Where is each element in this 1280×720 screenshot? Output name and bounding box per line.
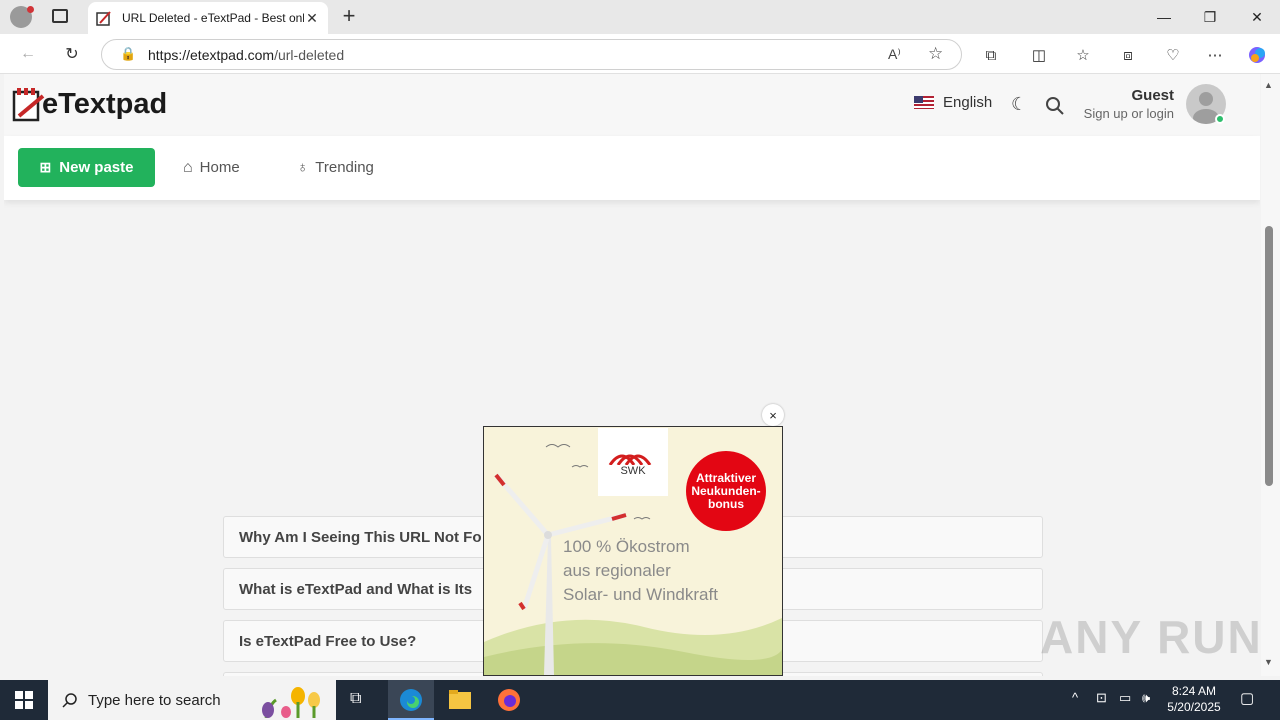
taskbar-search-placeholder: Type here to search	[88, 691, 221, 709]
site-navbar: ⊞ New paste ⌂ Home ♁ Trending	[4, 136, 1260, 200]
badge-line: Neukunden-	[691, 483, 761, 498]
etextpad-favicon-icon	[96, 11, 111, 26]
favorite-star-icon[interactable]: ☆	[928, 44, 943, 64]
tab-actions-icon[interactable]	[52, 9, 68, 23]
network-icon[interactable]: ▭	[1119, 690, 1131, 706]
browser-tab-bar: URL Deleted - eTextPad - Best onl ✕ + — …	[0, 0, 1280, 34]
windows-start-icon[interactable]	[15, 691, 33, 709]
task-view-icon[interactable]: ⧉	[350, 690, 361, 708]
scroll-up-icon[interactable]: ▲	[1264, 80, 1273, 90]
search-icon[interactable]	[1045, 96, 1065, 116]
online-status-dot	[1215, 114, 1225, 124]
badge-line: Attraktiver	[695, 470, 757, 485]
tulips-decoration-icon	[262, 687, 320, 718]
swk-arches-icon	[608, 454, 652, 465]
minimize-icon[interactable]: —	[1141, 0, 1187, 34]
url-input[interactable]: 🔒 https://etextpad.com/url-deleted A⁾ ☆	[101, 39, 962, 70]
copilot-icon[interactable]	[1244, 42, 1270, 68]
favorites-icon[interactable]: ☆	[1070, 42, 1096, 68]
edge-icon	[400, 689, 422, 711]
scroll-down-icon[interactable]: ▼	[1264, 657, 1273, 667]
language-selector[interactable]: English	[914, 94, 992, 111]
browser-essentials-icon[interactable]: ♡	[1160, 42, 1186, 68]
signup-login-link[interactable]: Sign up or login	[1064, 106, 1174, 121]
page-viewport: eTextpad English ☾ Guest Sign up or logi…	[4, 74, 1260, 676]
new-paste-label: New paste	[59, 159, 134, 176]
tray-overflow-icon[interactable]: ^	[1072, 690, 1078, 705]
site-info-icon[interactable]: 🔒	[120, 46, 136, 62]
ad-text-line: Solar- und Windkraft	[563, 585, 718, 604]
url-host: https://etextpad.com	[148, 46, 275, 63]
read-aloud-icon[interactable]: A⁾	[888, 46, 901, 63]
language-label: English	[943, 94, 993, 111]
us-flag-icon	[914, 96, 934, 109]
taskbar-edge-app[interactable]	[388, 680, 434, 720]
advertisement[interactable]: SWK Attraktiver Neukunden- bonus 100 % Ö…	[483, 426, 783, 676]
user-name[interactable]: Guest	[1104, 87, 1174, 104]
restore-icon[interactable]: ❐	[1187, 0, 1233, 34]
scrollbar-thumb[interactable]	[1265, 226, 1273, 486]
extensions-icon[interactable]: ⧉	[978, 42, 1004, 68]
ad-close-button[interactable]: ×	[762, 404, 784, 426]
profile-alert-dot	[27, 6, 34, 13]
award-icon: ♁	[297, 159, 309, 176]
home-icon: ⌂	[183, 158, 193, 176]
volume-icon[interactable]: 🕪	[1142, 690, 1150, 706]
firefox-icon[interactable]	[497, 688, 521, 712]
collections-icon[interactable]: ⧈	[1115, 42, 1141, 68]
notifications-icon[interactable]: ▢	[1240, 689, 1254, 707]
tab-active[interactable]: URL Deleted - eTextPad - Best onl ✕	[88, 2, 328, 34]
back-icon[interactable]: ←	[14, 40, 42, 68]
nav-trending-link[interactable]: ♁ Trending	[297, 148, 374, 187]
ad-text-line: 100 % Ökostrom	[563, 537, 690, 556]
ad-bonus-badge: Attraktiver Neukunden- bonus	[686, 451, 766, 531]
swk-logo: SWK	[598, 428, 668, 496]
new-paste-button[interactable]: ⊞ New paste	[18, 148, 155, 187]
new-tab-button[interactable]: +	[338, 4, 360, 28]
taskbar-search-input[interactable]: Type here to search	[48, 680, 336, 720]
etextpad-logo-icon[interactable]	[12, 86, 46, 124]
clock-date: 5/20/2025	[1167, 700, 1221, 714]
tray-device-icon[interactable]: ⊡	[1096, 690, 1107, 706]
split-screen-icon[interactable]: ◫	[1026, 42, 1052, 68]
url-path: /url-deleted	[274, 46, 345, 63]
anyrun-watermark: ANY RUN	[1040, 611, 1263, 663]
logo-text[interactable]: eTextpad	[42, 88, 167, 121]
nav-trending-label: Trending	[315, 159, 374, 176]
swk-brand-text: SWK	[620, 465, 646, 477]
refresh-icon[interactable]: ↻	[58, 40, 86, 68]
more-menu-icon[interactable]: ⋯	[1202, 42, 1228, 68]
clock-time: 8:24 AM	[1171, 684, 1217, 698]
tab-title: URL Deleted - eTextPad - Best onl	[122, 11, 304, 25]
nav-home-label: Home	[199, 159, 240, 176]
search-icon	[62, 693, 77, 708]
file-explorer-icon[interactable]	[448, 689, 472, 711]
ad-text-line: aus regionaler	[563, 561, 671, 580]
dark-mode-icon[interactable]: ☾	[1011, 94, 1027, 115]
site-header: eTextpad English ☾ Guest Sign up or logi…	[4, 74, 1260, 136]
close-tab-icon[interactable]: ✕	[304, 10, 320, 27]
close-window-icon[interactable]: ✕	[1234, 0, 1280, 34]
nav-home-link[interactable]: ⌂ Home	[183, 148, 240, 187]
file-plus-icon: ⊞	[39, 159, 52, 175]
taskbar-clock[interactable]: 8:24 AM 5/20/2025	[1160, 683, 1228, 715]
windows-taskbar: Type here to search ⧉ ^ ⊡ ▭ 🕪 8:24 AM 5/…	[0, 680, 1280, 720]
badge-line: bonus	[708, 496, 744, 511]
